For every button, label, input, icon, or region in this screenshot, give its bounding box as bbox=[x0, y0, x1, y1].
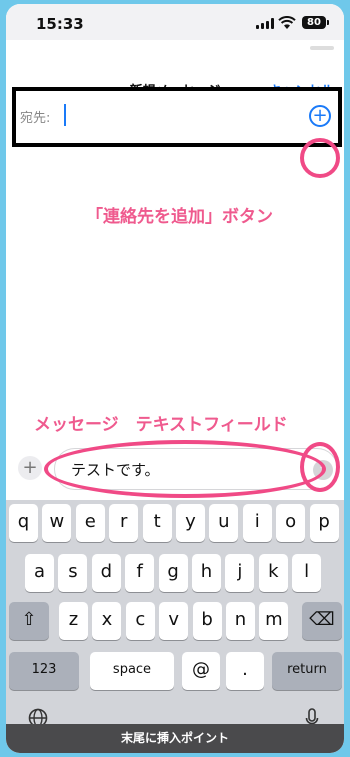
key-y[interactable]: y bbox=[176, 504, 205, 542]
battery-icon: 80 bbox=[302, 16, 326, 29]
key-i[interactable]: i bbox=[242, 504, 272, 542]
key-q[interactable]: q bbox=[9, 504, 38, 542]
key-t[interactable]: t bbox=[142, 504, 172, 542]
key-j[interactable]: j bbox=[225, 554, 255, 592]
key-u[interactable]: u bbox=[209, 504, 239, 542]
phone-screen: 15:33 80 新規メッセージ キャンセル 宛先: + 「連絡先を追加」ボタン… bbox=[6, 4, 344, 753]
key-z[interactable]: z bbox=[59, 602, 88, 640]
key-s[interactable]: s bbox=[58, 554, 88, 592]
key-g[interactable]: g bbox=[158, 554, 188, 592]
numbers-key[interactable]: 123 bbox=[9, 652, 79, 690]
key-x[interactable]: x bbox=[92, 602, 122, 640]
key-a[interactable]: a bbox=[25, 554, 54, 592]
shift-key[interactable]: ⇧ bbox=[9, 602, 49, 640]
key-w[interactable]: w bbox=[42, 504, 72, 542]
key-n[interactable]: n bbox=[226, 602, 255, 640]
wifi-icon bbox=[278, 16, 296, 29]
key-m[interactable]: m bbox=[259, 602, 289, 640]
highlight-ring-message-field bbox=[44, 440, 326, 498]
battery-tip bbox=[327, 20, 329, 25]
key-c[interactable]: c bbox=[125, 602, 155, 640]
key-o[interactable]: o bbox=[276, 504, 306, 542]
key-v[interactable]: v bbox=[159, 602, 189, 640]
key-r[interactable]: r bbox=[109, 504, 139, 542]
annotation-message-field: メッセージ テキストフィールド bbox=[34, 415, 288, 435]
key-h[interactable]: h bbox=[192, 554, 221, 592]
insertion-point-toast: 末尾に挿入ポイント bbox=[6, 724, 344, 753]
recipient-field[interactable]: 宛先: + bbox=[12, 87, 342, 147]
status-bar: 15:33 80 bbox=[6, 4, 344, 40]
highlight-ring-add-contact bbox=[300, 138, 340, 178]
text-caret bbox=[64, 104, 66, 126]
key-b[interactable]: b bbox=[192, 602, 222, 640]
recipient-label: 宛先: bbox=[20, 111, 51, 126]
key-f[interactable]: f bbox=[125, 554, 155, 592]
period-key[interactable]: . bbox=[226, 652, 264, 690]
key-d[interactable]: d bbox=[91, 554, 121, 592]
apps-plus-button[interactable]: + bbox=[18, 456, 42, 480]
key-e[interactable]: e bbox=[75, 504, 105, 542]
status-time: 15:33 bbox=[36, 15, 84, 33]
highlight-ring-send bbox=[300, 442, 340, 492]
signal-icon bbox=[256, 18, 274, 29]
keyboard: qwertyuiop asdfghjkl zxcvbnm ⇧ ⌫ 123 spa… bbox=[6, 500, 344, 753]
at-key[interactable]: @ bbox=[182, 652, 220, 690]
return-key[interactable]: return bbox=[272, 652, 342, 690]
delete-key[interactable]: ⌫ bbox=[302, 602, 342, 640]
space-key[interactable]: space bbox=[90, 652, 174, 690]
sheet-grabber[interactable] bbox=[310, 46, 334, 50]
add-contact-button[interactable]: + bbox=[309, 105, 331, 127]
key-l[interactable]: l bbox=[292, 554, 322, 592]
key-k[interactable]: k bbox=[258, 554, 288, 592]
key-p[interactable]: p bbox=[309, 504, 339, 542]
annotation-add-contact: 「連絡先を追加」ボタン bbox=[86, 207, 273, 227]
